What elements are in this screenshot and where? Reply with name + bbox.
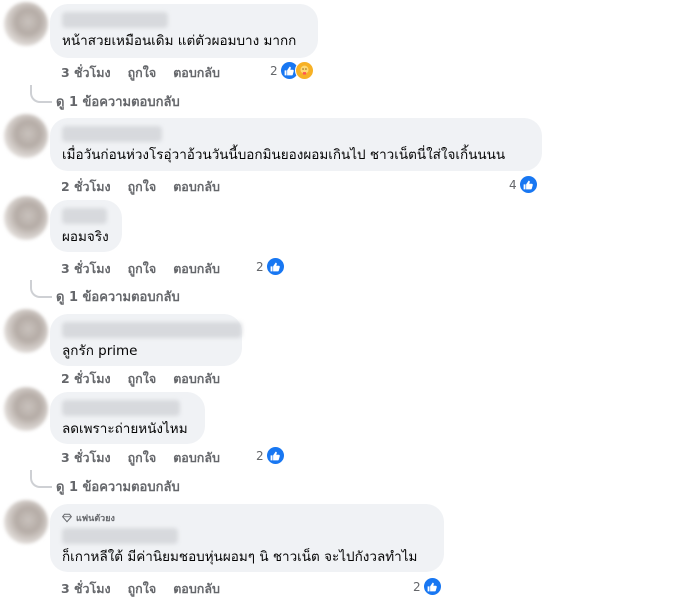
comment-actions: 3 ชั่วโมง ถูกใจ ตอบกลับ <box>61 63 220 83</box>
commenter-name-blurred[interactable] <box>62 208 107 224</box>
reply-button[interactable]: ตอบกลับ <box>173 448 220 468</box>
reply-button[interactable]: ตอบกลับ <box>173 579 220 599</box>
top-fan-label: แฟนตัวยง <box>76 514 115 524</box>
top-fan-badge: แฟนตัวยง <box>62 511 432 525</box>
commenter-name-blurred[interactable] <box>62 12 168 28</box>
reaction-count: 2 <box>270 63 278 78</box>
comment-text: ผอมจริง <box>62 229 109 245</box>
reaction-count: 2 <box>256 259 264 274</box>
commenter-avatar[interactable] <box>4 387 48 431</box>
comment-text: หน้าสวยเหมือนเดิม แต่ตัวผอมบาง มากก <box>62 33 297 49</box>
diamond-icon <box>62 513 72 523</box>
comment-timestamp[interactable]: 3 ชั่วโมง <box>61 259 111 279</box>
comment-actions: 3 ชั่วโมง ถูกใจ ตอบกลับ <box>61 259 220 279</box>
comment-bubble: ลูกรัก prime <box>50 314 242 366</box>
reaction-count: 4 <box>509 177 517 192</box>
commenter-name-blurred[interactable] <box>62 126 162 142</box>
comment-actions: 2 ชั่วโมง ถูกใจ ตอบกลับ <box>61 369 220 389</box>
comment-actions: 2 ชั่วโมง ถูกใจ ตอบกลับ <box>61 177 220 197</box>
comment-text: ลูกรัก prime <box>62 343 138 359</box>
comment-timestamp[interactable]: 3 ชั่วโมง <box>61 63 111 83</box>
comment-bubble: ผอมจริง <box>50 200 122 252</box>
thread-line <box>30 85 52 103</box>
comment-text: ก็เกาหลีใต้ มีค่านิยมชอบหุ่นผอมๆ นิ ชาวเ… <box>62 549 418 565</box>
like-icon <box>422 577 442 596</box>
comment-text: เมื่อวันก่อนห่วงโรอุ่วาอ้วนวันนี้บอกมินย… <box>62 147 506 163</box>
comment-bubble: แฟนตัวยง ก็เกาหลีใต้ มีค่านิยมชอบหุ่นผอม… <box>50 504 444 572</box>
comment-actions: 3 ชั่วโมง ถูกใจ ตอบกลับ <box>61 579 220 599</box>
commenter-avatar[interactable] <box>4 196 48 240</box>
commenter-name-blurred[interactable] <box>62 400 180 416</box>
thread-line <box>30 470 52 488</box>
view-replies-link[interactable]: ดู 1 ข้อความตอบกลับ <box>56 476 180 497</box>
like-button[interactable]: ถูกใจ <box>128 448 157 468</box>
comment-text: ลดเพราะถ่ายหนังไหม <box>62 421 188 437</box>
like-button[interactable]: ถูกใจ <box>128 259 157 279</box>
commenter-name-blurred[interactable] <box>62 322 242 338</box>
care-icon <box>294 61 314 80</box>
reaction-count: 2 <box>256 448 264 463</box>
reaction-count: 2 <box>413 579 421 594</box>
comment-timestamp[interactable]: 2 ชั่วโมง <box>61 177 111 197</box>
reply-button[interactable]: ตอบกลับ <box>173 63 220 83</box>
reaction-summary[interactable]: 4 <box>509 175 538 194</box>
reply-button[interactable]: ตอบกลับ <box>173 259 220 279</box>
like-icon <box>265 446 285 465</box>
comment-actions: 3 ชั่วโมง ถูกใจ ตอบกลับ <box>61 448 220 468</box>
view-replies-link[interactable]: ดู 1 ข้อความตอบกลับ <box>56 91 180 112</box>
comment-bubble: เมื่อวันก่อนห่วงโรอุ่วาอ้วนวันนี้บอกมินย… <box>50 118 542 171</box>
commenter-avatar[interactable] <box>4 500 48 544</box>
like-button[interactable]: ถูกใจ <box>128 579 157 599</box>
commenter-name-blurred[interactable] <box>62 528 178 544</box>
reply-button[interactable]: ตอบกลับ <box>173 369 220 389</box>
commenter-avatar[interactable] <box>4 309 48 353</box>
reaction-summary[interactable]: 2 <box>270 61 314 80</box>
comment-bubble: หน้าสวยเหมือนเดิม แต่ตัวผอมบาง มากก <box>50 4 318 58</box>
comment-timestamp[interactable]: 3 ชั่วโมง <box>61 579 111 599</box>
like-icon <box>265 257 285 276</box>
commenter-avatar[interactable] <box>4 2 48 46</box>
comment-timestamp[interactable]: 3 ชั่วโมง <box>61 448 111 468</box>
reaction-summary[interactable]: 2 <box>256 446 285 465</box>
reply-button[interactable]: ตอบกลับ <box>173 177 220 197</box>
reaction-summary[interactable]: 2 <box>413 577 442 596</box>
view-replies-link[interactable]: ดู 1 ข้อความตอบกลับ <box>56 286 180 307</box>
like-icon <box>518 175 538 194</box>
like-button[interactable]: ถูกใจ <box>128 369 157 389</box>
like-button[interactable]: ถูกใจ <box>128 177 157 197</box>
reaction-summary[interactable]: 2 <box>256 257 285 276</box>
like-button[interactable]: ถูกใจ <box>128 63 157 83</box>
thread-line <box>30 280 52 298</box>
comment-bubble: ลดเพราะถ่ายหนังไหม <box>50 392 205 444</box>
comment-timestamp[interactable]: 2 ชั่วโมง <box>61 369 111 389</box>
commenter-avatar[interactable] <box>4 114 48 158</box>
